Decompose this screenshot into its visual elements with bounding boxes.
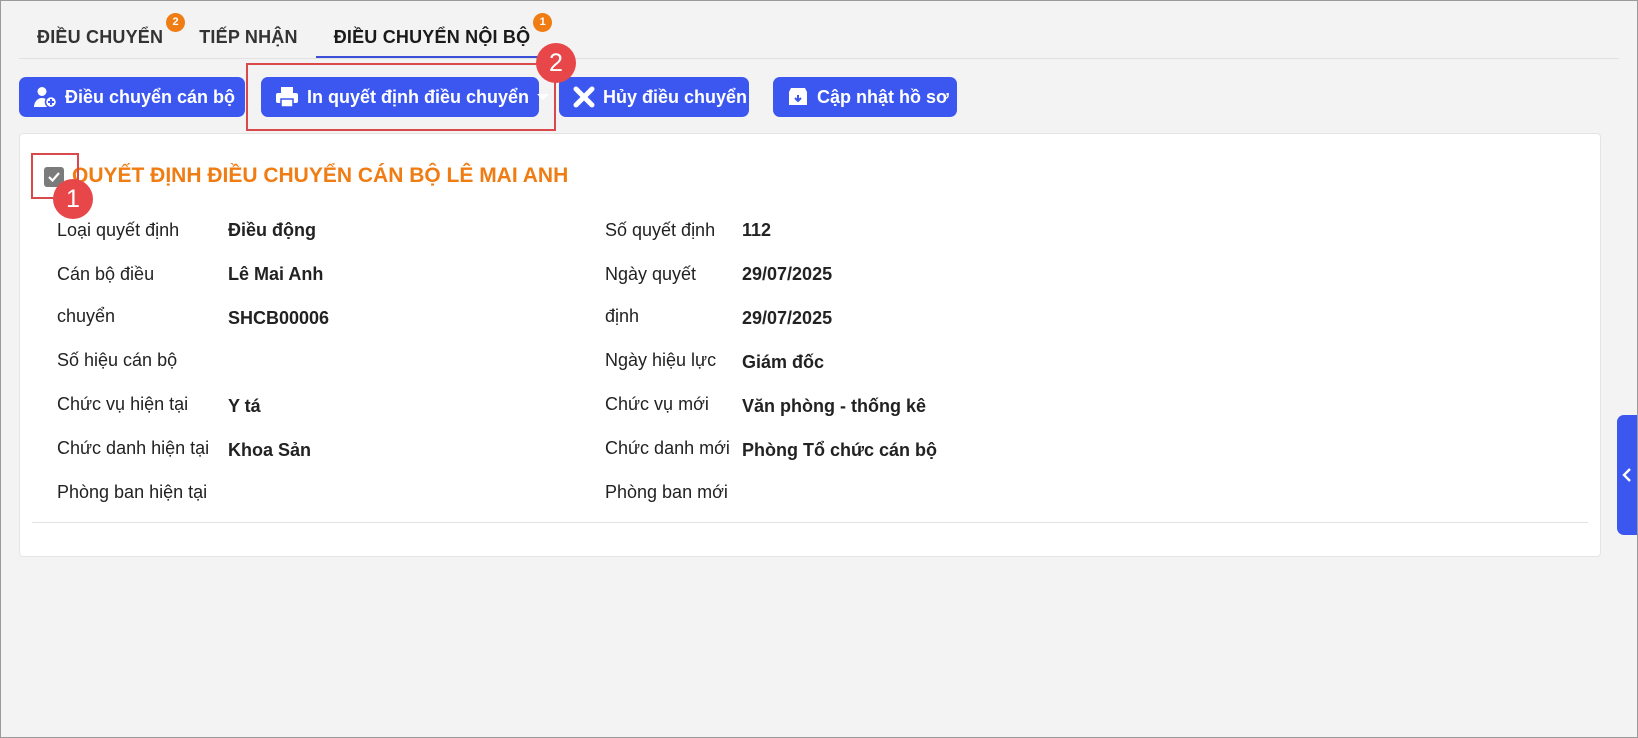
label-new-dept: Phòng ban mới (605, 482, 728, 502)
cancel-transfer-label: Hủy điều chuyển (603, 86, 748, 107)
label-staff-code: Số hiệu cán bộ (57, 350, 178, 370)
value-decision-number: 112 (742, 220, 772, 240)
value-new-dept: Phòng Tổ chức cán bộ (742, 440, 938, 460)
transfer-staff-label: Điều chuyển cán bộ (65, 86, 236, 107)
highlight-box-print (246, 63, 556, 131)
value-effective-date: 29/07/2025 (742, 308, 833, 328)
archive-download-icon (787, 87, 809, 107)
label-current-position: Chức vụ hiện tại (57, 394, 189, 414)
cancel-transfer-button[interactable]: Hủy điều chuyển (559, 77, 749, 117)
update-profile-label: Cập nhật hồ sơ (817, 86, 949, 107)
label-new-position: Chức vụ mới (605, 394, 709, 414)
label-new-title: Chức danh mới (605, 438, 730, 458)
label-current-title: Chức danh hiện tại (57, 438, 210, 458)
tab-tiep-nhan[interactable]: TIẾP NHẬN (181, 15, 315, 59)
tab-label: TIẾP NHẬN (199, 27, 298, 47)
decision-title: QUYẾT ĐỊNH ĐIỀU CHUYỂN CÁN BỘ LÊ MAI ANH (72, 164, 569, 187)
label-decision-date-line1: Ngày quyết (605, 264, 697, 284)
label-decision-number: Số quyết định (605, 220, 716, 240)
transfer-staff-button[interactable]: Điều chuyển cán bộ (19, 77, 245, 117)
value-staff-code: SHCB00006 (228, 308, 330, 328)
decision-panel: QUYẾT ĐỊNH ĐIỀU CHUYỂN CÁN BỘ LÊ MAI ANH… (19, 133, 1601, 557)
value-new-title: Văn phòng - thống kê (742, 396, 926, 416)
tab-label: ĐIỀU CHUYỂN (37, 27, 164, 47)
tab-dieu-chuyen[interactable]: ĐIỀU CHUYỂN 2 (19, 13, 186, 59)
tabs-divider (19, 58, 1619, 59)
chevron-left-icon (1622, 468, 1631, 482)
tab-count-badge: 1 (533, 13, 553, 32)
value-decision-date: 29/07/2025 (742, 264, 833, 284)
update-profile-button[interactable]: Cập nhật hồ sơ (773, 77, 957, 117)
tab-label: ĐIỀU CHUYỂN NỘI BỘ (333, 27, 531, 47)
value-current-title: Khoa Sản (228, 440, 312, 460)
value-current-position: Y tá (228, 396, 261, 416)
tab-bar: ĐIỀU CHUYỂN 2 TIẾP NHẬN ĐIỀU CHUYỂN NỘI … (19, 13, 553, 59)
label-current-dept: Phòng ban hiện tại (57, 482, 208, 502)
label-decision-date-line2: định (605, 306, 640, 326)
label-staff-line1: Cán bộ điều (57, 264, 155, 284)
panel-divider (32, 522, 1588, 523)
label-staff-line2: chuyển (57, 306, 116, 326)
step-marker-1: 1 (53, 179, 93, 219)
user-plus-icon (33, 85, 57, 109)
side-panel-toggle[interactable] (1617, 415, 1637, 535)
tab-dieu-chuyen-noi-bo[interactable]: ĐIỀU CHUYỂN NỘI BỘ 1 (315, 13, 553, 59)
value-new-position: Giám đốc (742, 352, 825, 372)
value-staff-name: Lê Mai Anh (228, 264, 324, 284)
value-decision-type: Điều động (228, 220, 316, 240)
step-marker-2: 2 (536, 43, 576, 83)
close-icon (573, 86, 595, 108)
label-decision-type: Loại quyết định (57, 220, 180, 240)
label-effective-date: Ngày hiệu lực (605, 350, 717, 370)
